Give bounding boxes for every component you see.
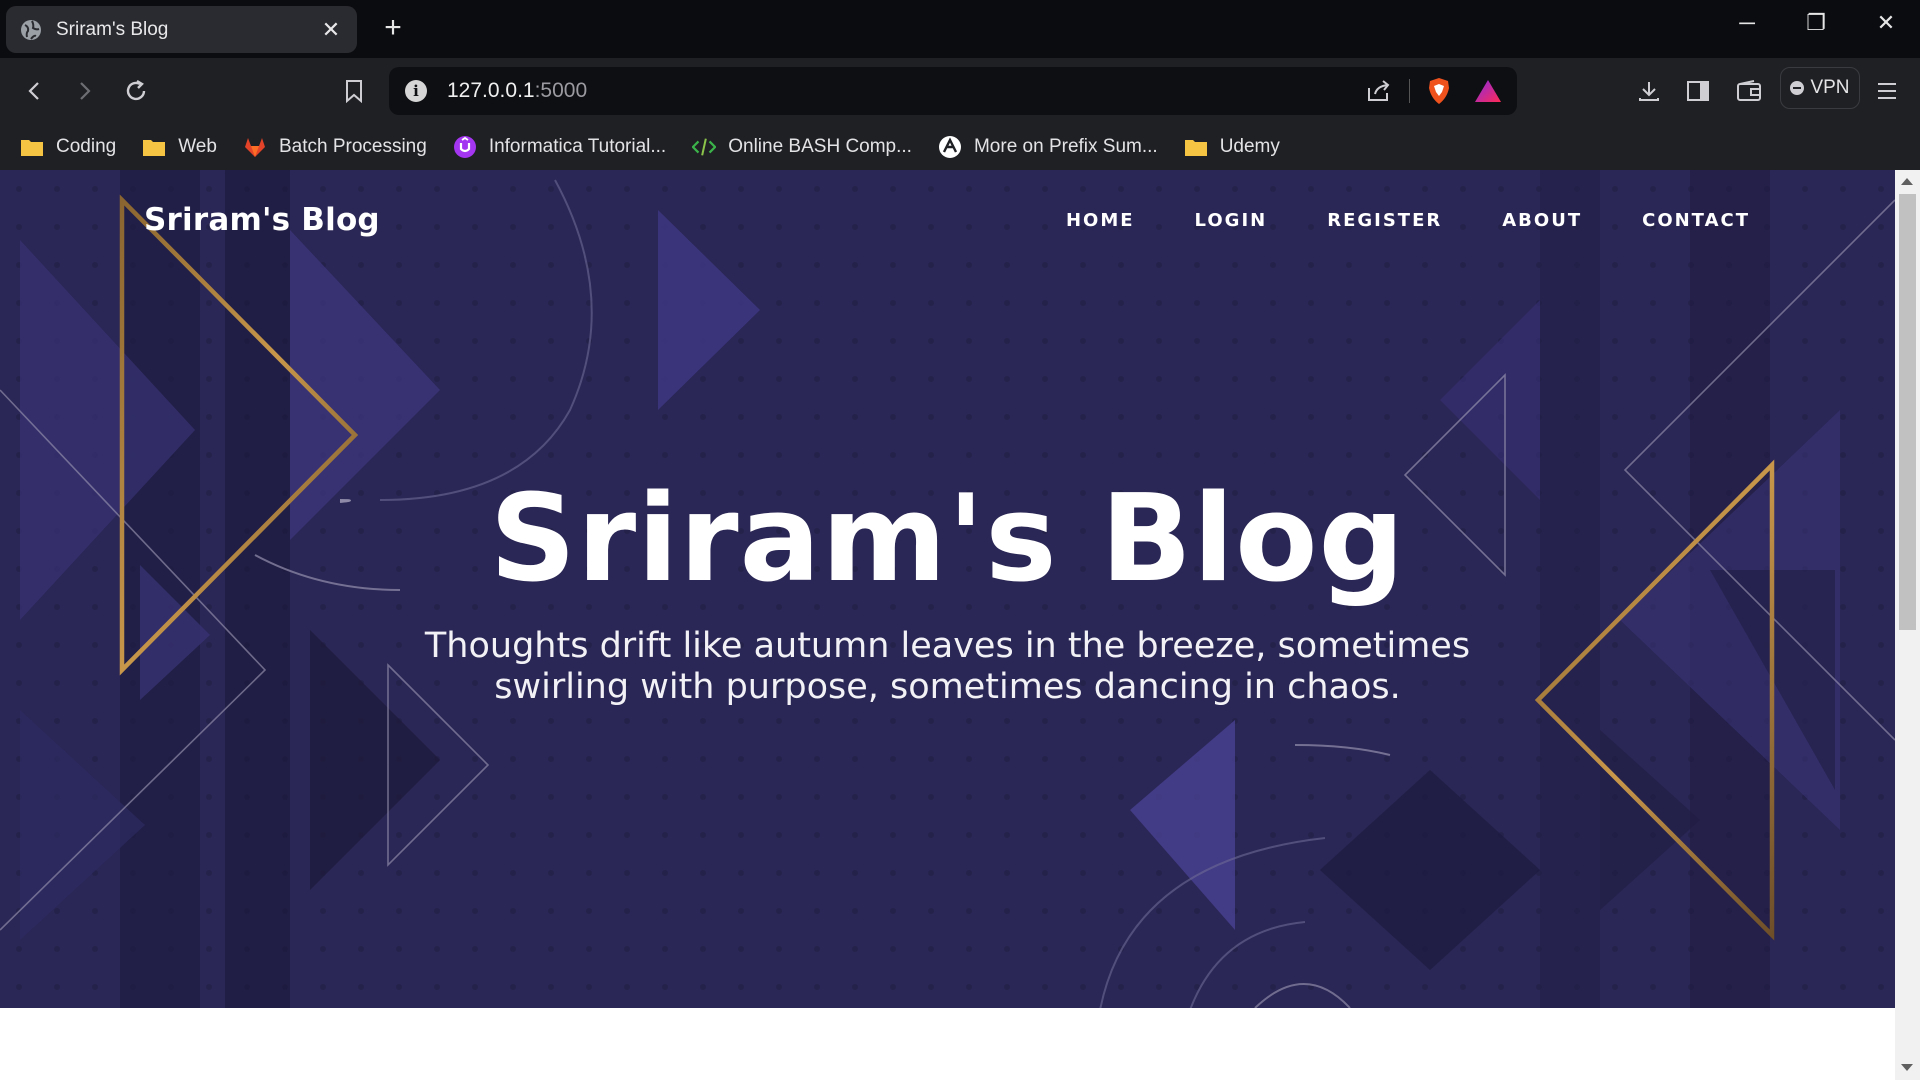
nav-login[interactable]: LOGIN	[1195, 210, 1268, 231]
nav-contact[interactable]: CONTACT	[1642, 210, 1750, 231]
url-host: 127.0.0.1	[447, 79, 535, 102]
minimize-button[interactable]: ─	[1723, 6, 1771, 44]
scrollbar-thumb[interactable]	[1899, 194, 1916, 630]
tab-title: Sriram's Blog	[56, 18, 169, 40]
site-brand[interactable]: Sriram's Blog	[144, 202, 380, 238]
close-window-button[interactable]: ✕	[1862, 6, 1910, 44]
wallet-icon	[1737, 80, 1761, 101]
nav-about[interactable]: ABOUT	[1502, 210, 1582, 231]
reload-icon	[126, 79, 146, 101]
scroll-up-arrow-icon[interactable]	[1901, 178, 1913, 185]
bookmark-label: More on Prefix Sum...	[973, 136, 1158, 157]
share-icon[interactable]	[1366, 79, 1392, 103]
bookmark-button[interactable]	[333, 70, 375, 112]
folder-icon	[1184, 136, 1208, 158]
bookmark-informatica-tutorial[interactable]: Informatica Tutorial...	[453, 129, 666, 165]
new-tab-button[interactable]: +	[376, 12, 410, 46]
hero-subtitle: Thoughts drift like autumn leaves in the…	[424, 626, 1471, 707]
hero-section: Sriram's Blog HOME LOGIN REGISTER ABOUT …	[0, 170, 1895, 1008]
scroll-down-arrow-icon[interactable]	[1901, 1064, 1913, 1071]
chevron-right-icon	[80, 82, 91, 100]
folder-icon	[20, 136, 44, 158]
restore-button[interactable]: ❐	[1792, 6, 1840, 44]
globe-icon	[21, 19, 41, 40]
brave-rewards-icon[interactable]	[1474, 79, 1502, 103]
bookmark-coding[interactable]: Coding	[20, 129, 116, 165]
code-icon	[692, 136, 717, 158]
tab-close-icon[interactable]: ✕	[319, 17, 343, 43]
nav-home[interactable]: HOME	[1066, 210, 1135, 231]
toolbar: i 127.0.0.1:5000 VPN	[0, 58, 1920, 124]
bookmark-icon	[346, 80, 362, 103]
address-bar[interactable]: i 127.0.0.1:5000	[389, 67, 1517, 115]
tab-strip: Sriram's Blog ✕ + ─ ❐ ✕	[0, 0, 1920, 58]
bookmark-label: Udemy	[1219, 136, 1280, 157]
nav-register[interactable]: REGISTER	[1327, 210, 1442, 231]
menu-button[interactable]	[1866, 70, 1908, 112]
bookmark-batch-processing[interactable]: Batch Processing	[243, 129, 427, 165]
gitlab-icon	[243, 136, 267, 158]
brave-shield-icon[interactable]	[1427, 77, 1451, 105]
sidebar-icon	[1687, 81, 1709, 101]
downloads-button[interactable]	[1628, 70, 1670, 112]
forward-button[interactable]	[63, 70, 105, 112]
bookmark-label: Online BASH Comp...	[728, 136, 912, 157]
download-icon	[1639, 82, 1659, 101]
bookmark-label: Web	[178, 136, 217, 157]
address-url[interactable]: 127.0.0.1:5000	[447, 79, 587, 103]
udemy-icon	[453, 136, 477, 158]
bookmark-label: Batch Processing	[278, 136, 427, 157]
url-port: :5000	[534, 79, 588, 102]
bookmark-udemy[interactable]: Udemy	[1184, 129, 1280, 165]
wallet-button[interactable]	[1728, 70, 1770, 112]
browser-window: Sriram's Blog ✕ + ─ ❐ ✕ i 127.0.0.1:5000	[0, 0, 1920, 1080]
site-info-icon[interactable]: i	[405, 80, 427, 102]
sidebar-button[interactable]	[1677, 70, 1719, 112]
omnibox-separator	[1409, 79, 1410, 103]
reload-button[interactable]	[115, 70, 157, 112]
vpn-label: VPN	[1810, 77, 1850, 98]
bookmark-prefix-sum[interactable]: More on Prefix Sum...	[938, 129, 1158, 165]
leetcode-icon	[938, 136, 962, 158]
chevron-left-icon	[28, 82, 39, 100]
folder-icon	[142, 136, 166, 158]
bookmark-label: Coding	[56, 136, 117, 157]
hamburger-menu-icon	[1878, 83, 1896, 99]
bookmark-web[interactable]: Web	[142, 129, 217, 165]
tab-active[interactable]: Sriram's Blog ✕	[6, 6, 357, 53]
page-viewport: Sriram's Blog HOME LOGIN REGISTER ABOUT …	[0, 170, 1895, 1080]
hero-title: Sriram's Blog	[489, 470, 1406, 609]
back-button[interactable]	[14, 70, 56, 112]
site-nav: HOME LOGIN REGISTER ABOUT CONTACT	[1006, 210, 1750, 231]
page-scrollbar[interactable]	[1895, 170, 1920, 1080]
bookmarks-bar: Coding Web Batch Processing Informatica …	[0, 124, 1920, 170]
vpn-status-icon	[1790, 81, 1805, 95]
bookmark-label: Informatica Tutorial...	[488, 136, 667, 157]
vpn-button[interactable]: VPN	[1780, 67, 1860, 109]
bookmark-online-bash[interactable]: Online BASH Comp...	[692, 129, 912, 165]
